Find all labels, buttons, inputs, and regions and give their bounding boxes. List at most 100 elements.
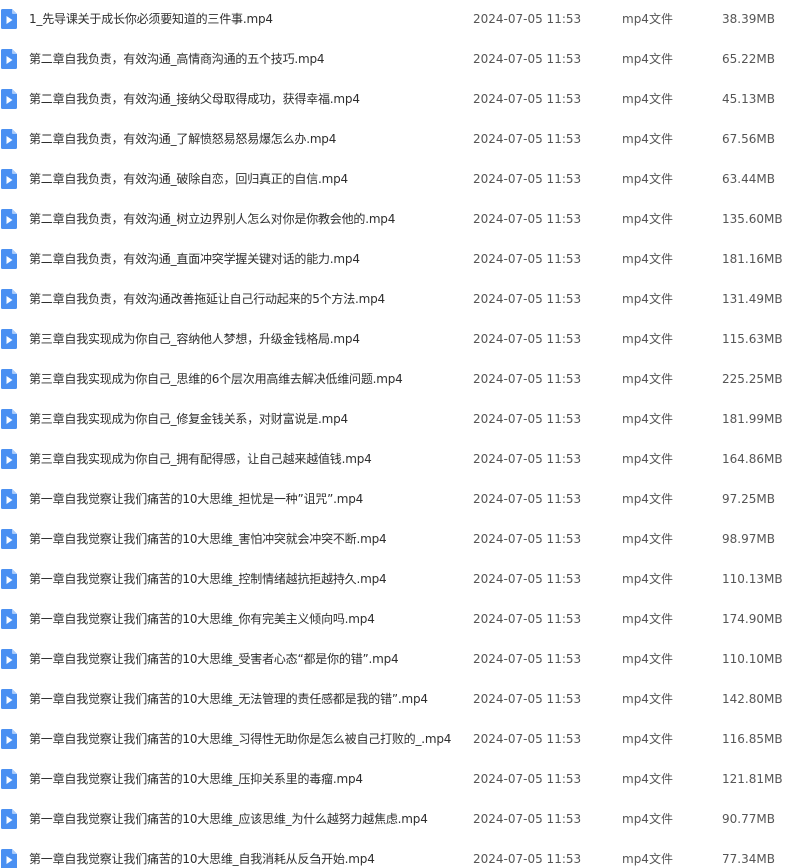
file-name[interactable]: 第一章自我觉察让我们痛苦的10大思维_担忧是一种”诅咒”.mp4 — [29, 491, 363, 507]
file-modified-date: 2024-07-05 11:53 — [473, 212, 582, 226]
file-size: 45.13MB — [722, 92, 775, 106]
file-size: 225.25MB — [722, 372, 783, 386]
file-row[interactable]: 第一章自我觉察让我们痛苦的10大思维_你有完美主义倾向吗.mp4 2024-07-… — [0, 600, 797, 640]
file-icon-fold — [12, 529, 17, 534]
file-modified-date: 2024-07-05 11:53 — [473, 52, 582, 66]
file-size: 181.16MB — [722, 252, 783, 266]
video-file-icon — [1, 289, 17, 309]
file-name[interactable]: 第一章自我觉察让我们痛苦的10大思维_你有完美主义倾向吗.mp4 — [29, 611, 375, 627]
file-icon-fold — [12, 809, 17, 814]
file-row[interactable]: 第一章自我觉察让我们痛苦的10大思维_习得性无助你是怎么被自己打败的_.mp4 2… — [0, 720, 797, 760]
file-type: mp4文件 — [622, 612, 673, 626]
file-row[interactable]: 第一章自我觉察让我们痛苦的10大思维_应该思维_为什么越努力越焦虑.mp4 202… — [0, 800, 797, 840]
file-modified-date: 2024-07-05 11:53 — [473, 132, 582, 146]
video-file-icon — [1, 369, 17, 389]
file-type: mp4文件 — [622, 772, 673, 786]
file-row[interactable]: 第二章自我负责，有效沟通_破除自恋，回归真正的自信.mp4 2024-07-05 … — [0, 160, 797, 200]
file-size: 77.34MB — [722, 852, 775, 866]
file-modified-date: 2024-07-05 11:53 — [473, 252, 582, 266]
file-type: mp4文件 — [622, 212, 673, 226]
video-file-icon — [1, 729, 17, 749]
file-size: 65.22MB — [722, 52, 775, 66]
file-icon-fold — [12, 49, 17, 54]
file-icon-fold — [12, 249, 17, 254]
file-row[interactable]: 第一章自我觉察让我们痛苦的10大思维_担忧是一种”诅咒”.mp4 2024-07-… — [0, 480, 797, 520]
file-row[interactable]: 第二章自我负责，有效沟通_直面冲突学握关键对话的能力.mp4 2024-07-05… — [0, 240, 797, 280]
file-row[interactable]: 第一章自我觉察让我们痛苦的10大思维_无法管理的责任感都是我的错”.mp4 202… — [0, 680, 797, 720]
file-name[interactable]: 第二章自我负责，有效沟通_树立边界别人怎么对你是你教会他的.mp4 — [29, 211, 395, 227]
file-icon-fold — [12, 449, 17, 454]
file-type: mp4文件 — [622, 92, 673, 106]
video-file-icon — [1, 409, 17, 429]
file-modified-date: 2024-07-05 11:53 — [473, 292, 582, 306]
file-row[interactable]: 1_先导课关于成长你必须要知道的三件事.mp4 2024-07-05 11:53 m… — [0, 0, 797, 40]
video-file-icon — [1, 9, 17, 29]
file-modified-date: 2024-07-05 11:53 — [473, 652, 582, 666]
file-icon-fold — [12, 849, 17, 854]
file-size: 164.86MB — [722, 452, 783, 466]
file-type: mp4文件 — [622, 492, 673, 506]
file-name[interactable]: 第一章自我觉察让我们痛苦的10大思维_压抑关系里的毒瘤.mp4 — [29, 771, 363, 787]
file-type: mp4文件 — [622, 332, 673, 346]
video-file-icon — [1, 89, 17, 109]
file-row[interactable]: 第一章自我觉察让我们痛苦的10大思维_受害者心态“都是你的错”.mp4 2024-… — [0, 640, 797, 680]
video-file-icon — [1, 529, 17, 549]
file-name[interactable]: 第三章自我实现成为你自己_拥有配得感，让自己越来越值钱.mp4 — [29, 451, 372, 467]
file-name[interactable]: 第一章自我觉察让我们痛苦的10大思维_受害者心态“都是你的错”.mp4 — [29, 651, 399, 667]
file-row[interactable]: 第二章自我负责，有效沟通_树立边界别人怎么对你是你教会他的.mp4 2024-07… — [0, 200, 797, 240]
file-modified-date: 2024-07-05 11:53 — [473, 612, 582, 626]
file-row[interactable]: 第二章自我负责，有效沟通_接纳父母取得成功，获得幸福.mp4 2024-07-05… — [0, 80, 797, 120]
file-icon-fold — [12, 209, 17, 214]
file-name[interactable]: 第二章自我负责，有效沟通改善拖延让自己行动起来的5个方法.mp4 — [29, 291, 385, 307]
file-name[interactable]: 第二章自我负责，有效沟通_破除自恋，回归真正的自信.mp4 — [29, 171, 348, 187]
video-file-icon — [1, 809, 17, 829]
file-row[interactable]: 第三章自我实现成为你自己_修复金钱关系，对财富说是.mp4 2024-07-05 … — [0, 400, 797, 440]
file-row[interactable]: 第一章自我觉察让我们痛苦的10大思维_控制情绪越抗拒越持久.mp4 2024-07… — [0, 560, 797, 600]
file-size: 38.39MB — [722, 12, 775, 26]
file-icon-fold — [12, 169, 17, 174]
file-name[interactable]: 第二章自我负责，有效沟通_直面冲突学握关键对话的能力.mp4 — [29, 251, 360, 267]
file-name[interactable]: 第一章自我觉察让我们痛苦的10大思维_害怕冲突就会冲突不断.mp4 — [29, 531, 387, 547]
file-name[interactable]: 第三章自我实现成为你自己_修复金钱关系，对财富说是.mp4 — [29, 411, 348, 427]
file-row[interactable]: 第三章自我实现成为你自己_容纳他人梦想，升级金钱格局.mp4 2024-07-05… — [0, 320, 797, 360]
file-type: mp4文件 — [622, 12, 673, 26]
file-name[interactable]: 第二章自我负责，有效沟通_了解愤怒易怒易爆怎么办.mp4 — [29, 131, 336, 147]
file-type: mp4文件 — [622, 412, 673, 426]
file-modified-date: 2024-07-05 11:53 — [473, 92, 582, 106]
file-name[interactable]: 第一章自我觉察让我们痛苦的10大思维_控制情绪越抗拒越持久.mp4 — [29, 571, 387, 587]
file-modified-date: 2024-07-05 11:53 — [473, 452, 582, 466]
file-type: mp4文件 — [622, 572, 673, 586]
file-name[interactable]: 第二章自我负责，有效沟通_接纳父母取得成功，获得幸福.mp4 — [29, 91, 360, 107]
video-file-icon — [1, 649, 17, 669]
file-name[interactable]: 第二章自我负责，有效沟通_高情商沟通的五个技巧.mp4 — [29, 51, 325, 67]
file-name[interactable]: 1_先导课关于成长你必须要知道的三件事.mp4 — [29, 11, 273, 27]
file-row[interactable]: 第一章自我觉察让我们痛苦的10大思维_压抑关系里的毒瘤.mp4 2024-07-0… — [0, 760, 797, 800]
file-row[interactable]: 第一章自我觉察让我们痛苦的10大思维_害怕冲突就会冲突不断.mp4 2024-07… — [0, 520, 797, 560]
file-name[interactable]: 第一章自我觉察让我们痛苦的10大思维_习得性无助你是怎么被自己打败的_.mp4 — [29, 731, 451, 747]
file-row[interactable]: 第二章自我负责，有效沟通_了解愤怒易怒易爆怎么办.mp4 2024-07-05 1… — [0, 120, 797, 160]
file-size: 67.56MB — [722, 132, 775, 146]
file-name[interactable]: 第一章自我觉察让我们痛苦的10大思维_无法管理的责任感都是我的错”.mp4 — [29, 691, 428, 707]
file-size: 116.85MB — [722, 732, 783, 746]
file-size: 135.60MB — [722, 212, 783, 226]
file-modified-date: 2024-07-05 11:53 — [473, 572, 582, 586]
file-row[interactable]: 第一章自我觉察让我们痛苦的10大思维_自我消耗从反刍开始.mp4 2024-07-… — [0, 840, 797, 868]
file-modified-date: 2024-07-05 11:53 — [473, 492, 582, 506]
file-name[interactable]: 第三章自我实现成为你自己_思维的6个层次用高维去解决低维问题.mp4 — [29, 371, 403, 387]
file-name[interactable]: 第一章自我觉察让我们痛苦的10大思维_应该思维_为什么越努力越焦虑.mp4 — [29, 811, 428, 827]
file-row[interactable]: 第三章自我实现成为你自己_思维的6个层次用高维去解决低维问题.mp4 2024-0… — [0, 360, 797, 400]
file-type: mp4文件 — [622, 132, 673, 146]
file-row[interactable]: 第三章自我实现成为你自己_拥有配得感，让自己越来越值钱.mp4 2024-07-0… — [0, 440, 797, 480]
file-icon-fold — [12, 89, 17, 94]
file-modified-date: 2024-07-05 11:53 — [473, 412, 582, 426]
file-icon-fold — [12, 689, 17, 694]
file-icon-fold — [12, 609, 17, 614]
video-file-icon — [1, 609, 17, 629]
file-modified-date: 2024-07-05 11:53 — [473, 332, 582, 346]
file-row[interactable]: 第二章自我负责，有效沟通_高情商沟通的五个技巧.mp4 2024-07-05 11… — [0, 40, 797, 80]
file-name[interactable]: 第一章自我觉察让我们痛苦的10大思维_自我消耗从反刍开始.mp4 — [29, 851, 375, 867]
file-row[interactable]: 第二章自我负责，有效沟通改善拖延让自己行动起来的5个方法.mp4 2024-07-… — [0, 280, 797, 320]
video-file-icon — [1, 249, 17, 269]
file-size: 174.90MB — [722, 612, 783, 626]
file-name[interactable]: 第三章自我实现成为你自己_容纳他人梦想，升级金钱格局.mp4 — [29, 331, 360, 347]
